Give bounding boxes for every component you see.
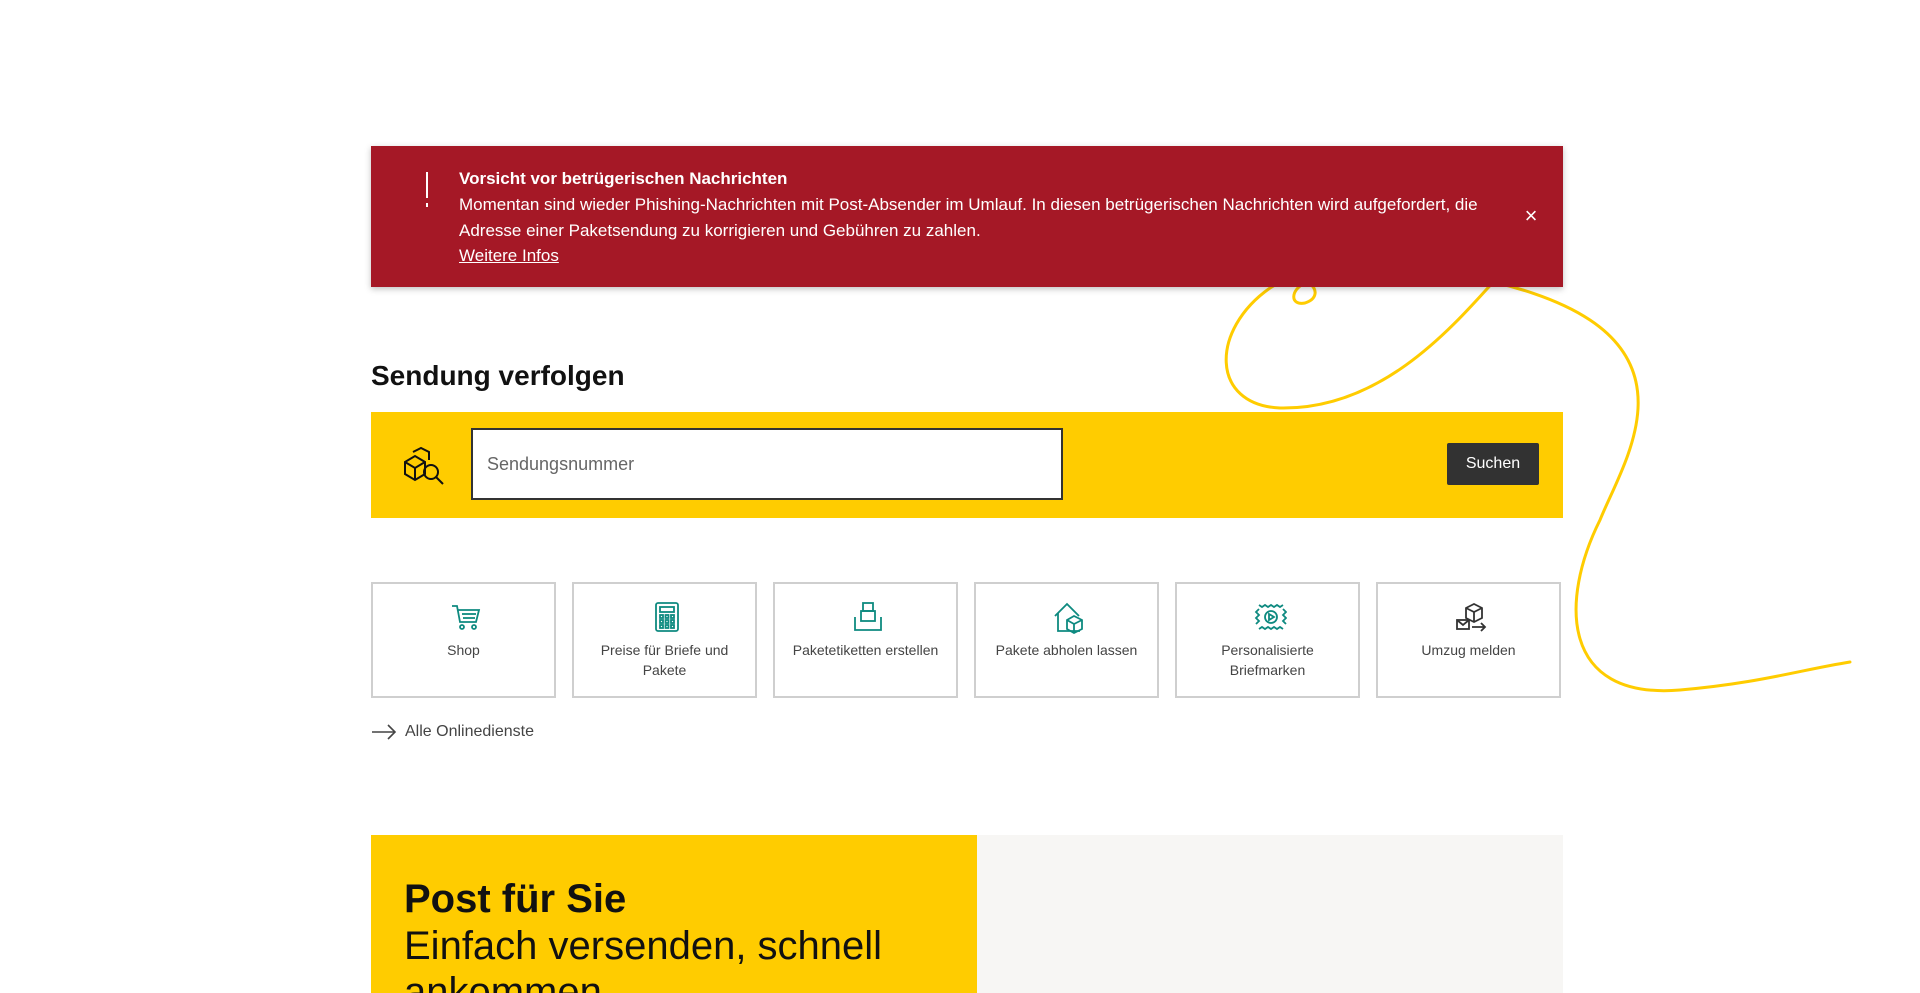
shopping-cart-icon [452,605,481,630]
promo-title: Post für Sie [404,877,627,921]
tile-label: Shop [447,642,480,658]
stamp-icon [1254,603,1287,631]
promo-image-area [977,835,1563,993]
tile-label: Paketetiketten erstellen [792,642,939,658]
house-parcel-icon [1054,602,1083,634]
alert-title: Vorsicht vor betrügerischen Nachrichten [459,169,788,188]
tile-parcel-pickup[interactable]: Pakete abholen lassen [974,582,1159,698]
promo-subtitle: Einfach versenden, schnell ankommen [404,924,883,993]
tile-label: Umzug melden [1421,642,1516,658]
tile-label: Pakete abholen lassen [995,642,1138,658]
tile-label: Personalisierte Briefmarken [1221,642,1314,678]
search-button[interactable]: Suchen [1447,443,1539,485]
tracking-number-input[interactable] [471,428,1063,500]
phishing-alert-banner: Vorsicht vor betrügerischen Nachrichten … [371,146,1563,287]
close-icon[interactable]: × [1519,204,1543,228]
calculator-icon [655,602,679,632]
moving-boxes-icon [1456,602,1487,632]
tile-prices[interactable]: Preise für Briefe und Pakete [572,582,757,698]
tile-shop[interactable]: Shop [371,582,556,698]
arrow-right-icon [372,724,397,740]
tracking-bar: Suchen [371,412,1563,518]
tile-moving[interactable]: Umzug melden [1376,582,1561,698]
tracking-title: Sendung verfolgen [371,360,625,391]
alert-text: Momentan sind wieder Phishing-Nachrichte… [459,195,1478,240]
tile-personalized-stamps[interactable]: Personalisierte Briefmarken [1175,582,1360,698]
all-online-services-link[interactable]: Alle Onlinedienste [371,720,534,744]
package-search-icon [404,446,444,485]
tile-parcel-labels[interactable]: Paketetiketten erstellen [773,582,958,698]
all-online-services-label: Alle Onlinedienste [405,723,534,740]
tile-label: Preise für Briefe und Pakete [600,642,729,678]
service-tiles: Shop Preise für Briefe und Pakete Pakete… [371,582,1563,698]
parcel-label-icon [854,602,882,631]
alert-more-info-link[interactable]: Weitere Infos [459,244,559,268]
exclamation-icon [419,172,435,212]
promo-banner: Post für Sie Einfach versenden, schnell … [371,835,977,993]
